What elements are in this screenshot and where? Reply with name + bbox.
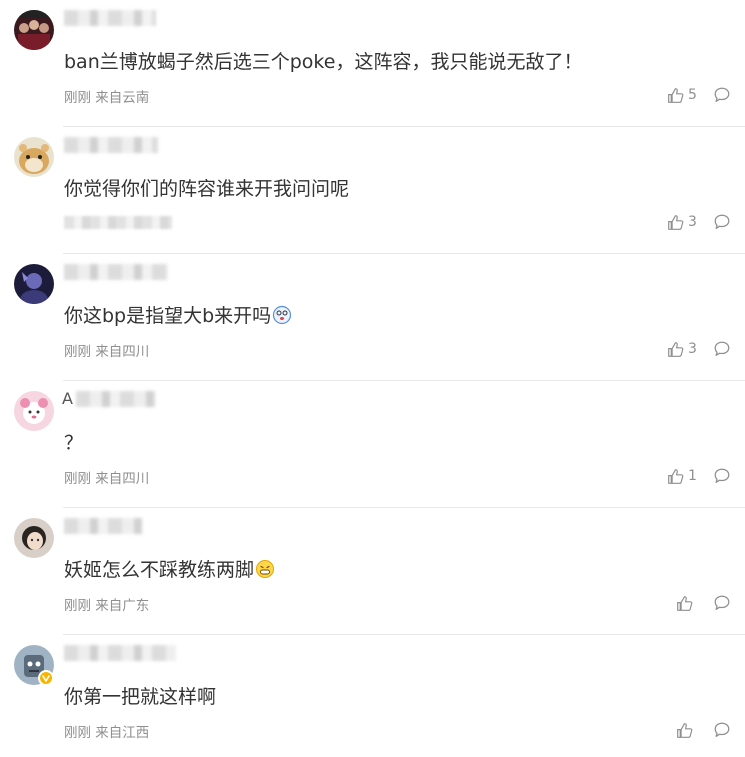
thumbs-up-icon bbox=[677, 595, 693, 611]
reply-button[interactable] bbox=[711, 84, 733, 106]
comment-bubble-icon bbox=[714, 722, 730, 737]
comment-meta: 刚刚 来自云南 bbox=[64, 90, 150, 106]
username-blurred[interactable] bbox=[64, 137, 158, 153]
thumbs-up-icon bbox=[668, 341, 684, 357]
comment-bubble-icon bbox=[714, 595, 730, 610]
comment-bubble-icon bbox=[714, 214, 730, 229]
like-count: 1 bbox=[688, 468, 697, 484]
comment-item: ban兰博放蝎子然后选三个poke，这阵容，我只能说无敌了！ 刚刚 来自云南 5 bbox=[0, 0, 745, 127]
like-count: 3 bbox=[688, 341, 697, 357]
avatar-hamster-icon bbox=[14, 137, 54, 177]
username-blurred[interactable] bbox=[64, 264, 168, 280]
comment-meta: 刚刚 来自四川 bbox=[64, 344, 150, 360]
verified-badge-icon bbox=[38, 670, 54, 686]
comment-meta: 刚刚 来自四川 bbox=[64, 471, 150, 487]
avatar-pink-character-icon bbox=[14, 391, 54, 431]
comment-text: ban兰博放蝎子然后选三个poke，这阵容，我只能说无敌了！ bbox=[64, 51, 583, 73]
reply-button[interactable] bbox=[711, 465, 733, 487]
dizzy-face-emoji-icon bbox=[273, 305, 292, 325]
comment-text: ？ bbox=[64, 432, 84, 454]
comment-text-content: 你这bp是指望大b来开吗 bbox=[64, 305, 272, 327]
username-blurred[interactable] bbox=[76, 391, 156, 407]
username-initial[interactable]: A bbox=[62, 389, 73, 408]
comment-item: 你第一把就这样啊 刚刚 来自江西 bbox=[0, 635, 745, 757]
username-blurred[interactable] bbox=[64, 518, 142, 534]
thumbs-up-icon bbox=[677, 722, 693, 738]
like-count: 3 bbox=[688, 214, 697, 230]
comment-bubble-icon bbox=[714, 468, 730, 483]
like-button[interactable]: 3 bbox=[667, 338, 697, 360]
grin-face-emoji-icon bbox=[256, 560, 275, 578]
avatar[interactable] bbox=[14, 137, 54, 177]
avatar-dark-portrait-icon bbox=[14, 264, 54, 304]
comment-text: 妖姬怎么不踩教练两脚 bbox=[64, 557, 275, 583]
thumbs-up-icon bbox=[668, 468, 684, 484]
avatar-girl-portrait-icon bbox=[14, 518, 54, 558]
reply-button[interactable] bbox=[711, 338, 733, 360]
username-blurred[interactable] bbox=[64, 645, 176, 661]
comment-item: 妖姬怎么不踩教练两脚 刚刚 来自广东 bbox=[0, 508, 745, 635]
reply-button[interactable] bbox=[711, 211, 733, 233]
comment-text: 你这bp是指望大b来开吗 bbox=[64, 303, 292, 329]
avatar[interactable] bbox=[14, 518, 54, 558]
comment-text: 你第一把就这样啊 bbox=[64, 686, 217, 708]
comment-text-content: 妖姬怎么不踩教练两脚 bbox=[64, 559, 255, 581]
thumbs-up-icon bbox=[668, 87, 684, 103]
avatar-group-photo-icon bbox=[14, 10, 54, 50]
like-button[interactable] bbox=[676, 592, 693, 614]
comment-bubble-icon bbox=[714, 87, 730, 102]
like-button[interactable]: 3 bbox=[667, 211, 697, 233]
comment-item: A ？ 刚刚 来自四川 1 bbox=[0, 381, 745, 508]
thumbs-up-icon bbox=[668, 214, 684, 230]
reply-button[interactable] bbox=[711, 592, 733, 614]
comment-item: 你这bp是指望大b来开吗 刚刚 来自四川 3 bbox=[0, 254, 745, 381]
comment-meta-blurred bbox=[64, 216, 172, 229]
like-count: 5 bbox=[688, 87, 697, 103]
like-button[interactable]: 5 bbox=[667, 84, 697, 106]
avatar[interactable] bbox=[14, 264, 54, 304]
like-button[interactable] bbox=[676, 719, 693, 741]
avatar[interactable] bbox=[14, 10, 54, 50]
comment-meta: 刚刚 来自江西 bbox=[64, 725, 150, 741]
username-blurred[interactable] bbox=[64, 10, 156, 26]
reply-button[interactable] bbox=[711, 719, 733, 741]
comment-text: 你觉得你们的阵容谁来开我问问呢 bbox=[64, 178, 350, 200]
avatar[interactable] bbox=[14, 391, 54, 431]
comment-item: 你觉得你们的阵容谁来开我问问呢 3 bbox=[0, 127, 745, 254]
like-button[interactable]: 1 bbox=[667, 465, 697, 487]
comment-meta: 刚刚 来自广东 bbox=[64, 598, 150, 614]
comment-bubble-icon bbox=[714, 341, 730, 356]
